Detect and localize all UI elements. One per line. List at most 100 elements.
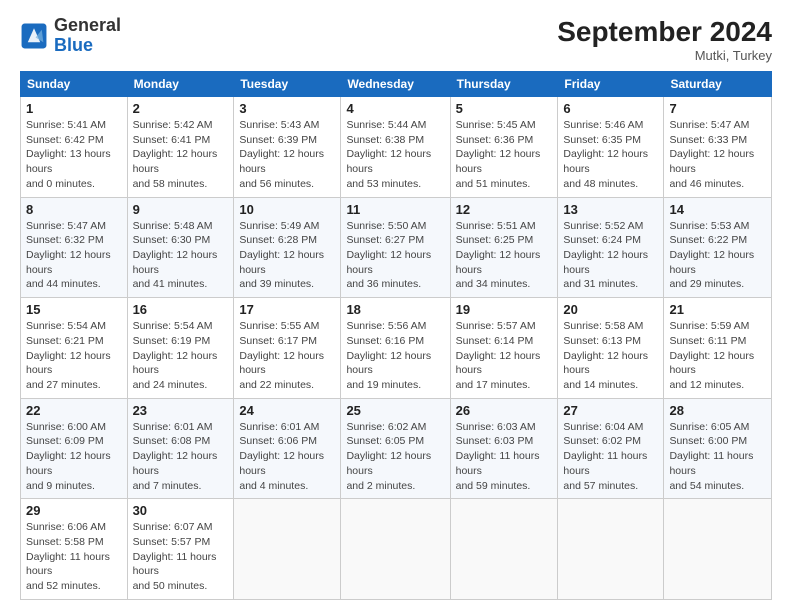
calendar-week-row: 22 Sunrise: 6:00 AMSunset: 6:09 PMDayligh…	[21, 398, 772, 499]
table-row: 21 Sunrise: 5:59 AMSunset: 6:11 PMDayligh…	[664, 298, 772, 399]
table-row: 15 Sunrise: 5:54 AMSunset: 6:21 PMDayligh…	[21, 298, 128, 399]
day-info: Sunrise: 5:48 AMSunset: 6:30 PMDaylight:…	[133, 219, 229, 292]
table-row: 30 Sunrise: 6:07 AMSunset: 5:57 PMDayligh…	[127, 499, 234, 600]
table-row: 24Sunrise: 6:01 AMSunset: 6:06 PMDayligh…	[234, 398, 341, 499]
table-row: 4 Sunrise: 5:44 AMSunset: 6:38 PMDaylight…	[341, 97, 450, 198]
table-row: 26 Sunrise: 6:03 AMSunset: 6:03 PMDayligh…	[450, 398, 558, 499]
day-number: 19	[456, 302, 553, 317]
day-number: 7	[669, 101, 766, 116]
day-info: Sunrise: 5:53 AMSunset: 6:22 PMDaylight:…	[669, 219, 766, 292]
page: General Blue September 2024 Mutki, Turke…	[0, 0, 792, 612]
calendar-header-row: Sunday Monday Tuesday Wednesday Thursday…	[21, 72, 772, 97]
day-number: 3	[239, 101, 335, 116]
location: Mutki, Turkey	[557, 48, 772, 63]
table-row: 16Sunrise: 5:54 AMSunset: 6:19 PMDayligh…	[127, 298, 234, 399]
table-row: 17Sunrise: 5:55 AMSunset: 6:17 PMDayligh…	[234, 298, 341, 399]
col-monday: Monday	[127, 72, 234, 97]
day-info: Sunrise: 6:05 AMSunset: 6:00 PMDaylight:…	[669, 420, 766, 493]
table-row: 2 Sunrise: 5:42 AMSunset: 6:41 PMDaylight…	[127, 97, 234, 198]
day-number: 23	[133, 403, 229, 418]
calendar-week-row: 8Sunrise: 5:47 AMSunset: 6:32 PMDaylight…	[21, 197, 772, 298]
day-number: 17	[239, 302, 335, 317]
day-info: Sunrise: 5:51 AMSunset: 6:25 PMDaylight:…	[456, 219, 553, 292]
day-info: Sunrise: 5:54 AMSunset: 6:21 PMDaylight:…	[26, 319, 122, 392]
title-section: September 2024 Mutki, Turkey	[557, 16, 772, 63]
day-info: Sunrise: 6:02 AMSunset: 6:05 PMDaylight:…	[346, 420, 444, 493]
table-row: 19 Sunrise: 5:57 AMSunset: 6:14 PMDayligh…	[450, 298, 558, 399]
day-number: 13	[563, 202, 658, 217]
day-info: Sunrise: 5:46 AMSunset: 6:35 PMDaylight:…	[563, 118, 658, 191]
day-number: 20	[563, 302, 658, 317]
table-row: 3 Sunrise: 5:43 AMSunset: 6:39 PMDaylight…	[234, 97, 341, 198]
table-row	[341, 499, 450, 600]
logo-text: General Blue	[54, 16, 121, 56]
col-friday: Friday	[558, 72, 664, 97]
day-number: 21	[669, 302, 766, 317]
day-number: 30	[133, 503, 229, 518]
col-tuesday: Tuesday	[234, 72, 341, 97]
day-number: 14	[669, 202, 766, 217]
day-number: 28	[669, 403, 766, 418]
day-number: 6	[563, 101, 658, 116]
table-row: 18Sunrise: 5:56 AMSunset: 6:16 PMDayligh…	[341, 298, 450, 399]
table-row	[664, 499, 772, 600]
table-row: 7 Sunrise: 5:47 AMSunset: 6:33 PMDaylight…	[664, 97, 772, 198]
table-row	[558, 499, 664, 600]
day-number: 12	[456, 202, 553, 217]
day-info: Sunrise: 5:58 AMSunset: 6:13 PMDaylight:…	[563, 319, 658, 392]
table-row: 10Sunrise: 5:49 AMSunset: 6:28 PMDayligh…	[234, 197, 341, 298]
day-number: 24	[239, 403, 335, 418]
table-row: 20 Sunrise: 5:58 AMSunset: 6:13 PMDayligh…	[558, 298, 664, 399]
logo-general: General	[54, 15, 121, 35]
day-info: Sunrise: 5:49 AMSunset: 6:28 PMDaylight:…	[239, 219, 335, 292]
day-info: Sunrise: 5:41 AMSunset: 6:42 PMDaylight:…	[26, 118, 122, 191]
day-info: Sunrise: 5:52 AMSunset: 6:24 PMDaylight:…	[563, 219, 658, 292]
day-info: Sunrise: 5:44 AMSunset: 6:38 PMDaylight:…	[346, 118, 444, 191]
day-info: Sunrise: 5:59 AMSunset: 6:11 PMDaylight:…	[669, 319, 766, 392]
day-number: 5	[456, 101, 553, 116]
table-row: 1 Sunrise: 5:41 AMSunset: 6:42 PMDaylight…	[21, 97, 128, 198]
table-row: 23 Sunrise: 6:01 AMSunset: 6:08 PMDayligh…	[127, 398, 234, 499]
col-thursday: Thursday	[450, 72, 558, 97]
day-info: Sunrise: 5:42 AMSunset: 6:41 PMDaylight:…	[133, 118, 229, 191]
day-number: 9	[133, 202, 229, 217]
table-row	[450, 499, 558, 600]
table-row	[234, 499, 341, 600]
table-row: 11 Sunrise: 5:50 AMSunset: 6:27 PMDayligh…	[341, 197, 450, 298]
day-info: Sunrise: 6:01 AMSunset: 6:08 PMDaylight:…	[133, 420, 229, 493]
table-row: 6 Sunrise: 5:46 AMSunset: 6:35 PMDaylight…	[558, 97, 664, 198]
day-info: Sunrise: 6:00 AMSunset: 6:09 PMDaylight:…	[26, 420, 122, 493]
day-info: Sunrise: 5:57 AMSunset: 6:14 PMDaylight:…	[456, 319, 553, 392]
day-number: 25	[346, 403, 444, 418]
table-row: 27 Sunrise: 6:04 AMSunset: 6:02 PMDayligh…	[558, 398, 664, 499]
day-number: 26	[456, 403, 553, 418]
day-number: 11	[346, 202, 444, 217]
day-number: 27	[563, 403, 658, 418]
table-row: 29Sunrise: 6:06 AMSunset: 5:58 PMDayligh…	[21, 499, 128, 600]
calendar-week-row: 15 Sunrise: 5:54 AMSunset: 6:21 PMDayligh…	[21, 298, 772, 399]
day-number: 1	[26, 101, 122, 116]
day-number: 22	[26, 403, 122, 418]
day-info: Sunrise: 6:03 AMSunset: 6:03 PMDaylight:…	[456, 420, 553, 493]
table-row: 9 Sunrise: 5:48 AMSunset: 6:30 PMDaylight…	[127, 197, 234, 298]
day-info: Sunrise: 6:07 AMSunset: 5:57 PMDaylight:…	[133, 520, 229, 593]
day-info: Sunrise: 5:56 AMSunset: 6:16 PMDaylight:…	[346, 319, 444, 392]
calendar-week-row: 1 Sunrise: 5:41 AMSunset: 6:42 PMDaylight…	[21, 97, 772, 198]
day-info: Sunrise: 5:43 AMSunset: 6:39 PMDaylight:…	[239, 118, 335, 191]
table-row: 14 Sunrise: 5:53 AMSunset: 6:22 PMDayligh…	[664, 197, 772, 298]
day-info: Sunrise: 5:54 AMSunset: 6:19 PMDaylight:…	[133, 319, 229, 392]
day-info: Sunrise: 5:47 AMSunset: 6:32 PMDaylight:…	[26, 219, 122, 292]
day-number: 4	[346, 101, 444, 116]
table-row: 5Sunrise: 5:45 AMSunset: 6:36 PMDaylight…	[450, 97, 558, 198]
day-number: 15	[26, 302, 122, 317]
calendar-table: Sunday Monday Tuesday Wednesday Thursday…	[20, 71, 772, 600]
month-title: September 2024	[557, 16, 772, 48]
day-info: Sunrise: 5:50 AMSunset: 6:27 PMDaylight:…	[346, 219, 444, 292]
table-row: 25 Sunrise: 6:02 AMSunset: 6:05 PMDayligh…	[341, 398, 450, 499]
logo: General Blue	[20, 16, 121, 56]
day-info: Sunrise: 5:47 AMSunset: 6:33 PMDaylight:…	[669, 118, 766, 191]
day-number: 2	[133, 101, 229, 116]
day-info: Sunrise: 6:06 AMSunset: 5:58 PMDaylight:…	[26, 520, 122, 593]
table-row: 28 Sunrise: 6:05 AMSunset: 6:00 PMDayligh…	[664, 398, 772, 499]
day-info: Sunrise: 6:04 AMSunset: 6:02 PMDaylight:…	[563, 420, 658, 493]
